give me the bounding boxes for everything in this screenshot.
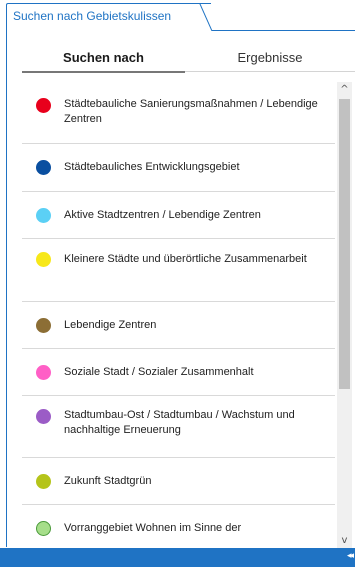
chevron-up-icon[interactable]: ^ <box>337 82 352 97</box>
tab-bar: Suchen nach Ergebnisse <box>22 47 355 73</box>
list-item[interactable]: Zukunft Stadtgrün <box>22 458 335 505</box>
list-item-label: Aktive Stadtzentren / Lebendige Zentren <box>64 209 261 221</box>
list-item-label: Lebendige Zentren <box>64 319 157 331</box>
header-divider <box>212 30 355 31</box>
list-item[interactable]: Soziale Stadt / Sozialer Zusammenhalt <box>22 349 335 396</box>
panel-header: Suchen nach Gebietskulissen <box>0 0 355 32</box>
scroll-thumb[interactable] <box>339 99 350 389</box>
color-dot-icon <box>36 208 51 223</box>
color-dot-icon <box>36 252 51 267</box>
list-item[interactable]: Kleinere Städte und überörtliche Zusamme… <box>22 239 335 302</box>
list-item-label: Städtebauliches Entwicklungsgebiet <box>64 161 240 173</box>
color-dot-icon <box>36 474 51 489</box>
color-dot-icon <box>36 365 51 380</box>
list-item[interactable]: Städtebauliche Sanierungsmaßnahmen / Leb… <box>22 82 335 144</box>
list-item[interactable]: Vorranggebiet Wohnen im Sinne der <box>22 505 335 548</box>
panel-title: Suchen nach Gebietskulissen <box>13 9 172 23</box>
color-dot-icon <box>36 98 51 113</box>
title-tab-edge <box>199 3 215 31</box>
list-item[interactable]: Lebendige Zentren <box>22 302 335 349</box>
list-item-label: Stadtumbau-Ost / Stadtumbau / Wachstum u… <box>64 409 295 436</box>
panel-left-border <box>6 31 7 547</box>
list-item[interactable]: Aktive Stadtzentren / Lebendige Zentren <box>22 192 335 239</box>
color-dot-icon <box>36 409 51 424</box>
list-scrollbar[interactable]: ^ v <box>337 82 352 548</box>
color-dot-icon <box>36 160 51 175</box>
panel-footer: ◂◂ <box>0 548 355 567</box>
color-dot-icon <box>36 521 51 536</box>
chevron-down-icon[interactable]: v <box>337 533 352 548</box>
category-list: Städtebauliche Sanierungsmaßnahmen / Leb… <box>22 82 335 548</box>
list-item[interactable]: Städtebauliches Entwicklungsgebiet <box>22 144 335 192</box>
tab-search[interactable]: Suchen nach <box>22 47 185 73</box>
list-item-label: Soziale Stadt / Sozialer Zusammenhalt <box>64 366 254 378</box>
list-item-label: Städtebauliche Sanierungsmaßnahmen / Leb… <box>64 98 318 125</box>
search-panel: Suchen nach Gebietskulissen Suchen nach … <box>0 0 355 567</box>
color-dot-icon <box>36 318 51 333</box>
list-item-label: Kleinere Städte und überörtliche Zusamme… <box>64 253 307 265</box>
list-item-label: Zukunft Stadtgrün <box>64 475 152 487</box>
list-item-label: Vorranggebiet Wohnen im Sinne der <box>64 522 242 534</box>
tab-results[interactable]: Ergebnisse <box>185 47 355 72</box>
double-chevron-left-icon[interactable]: ◂◂ <box>347 551 354 561</box>
list-item[interactable]: Stadtumbau-Ost / Stadtumbau / Wachstum u… <box>22 396 335 458</box>
